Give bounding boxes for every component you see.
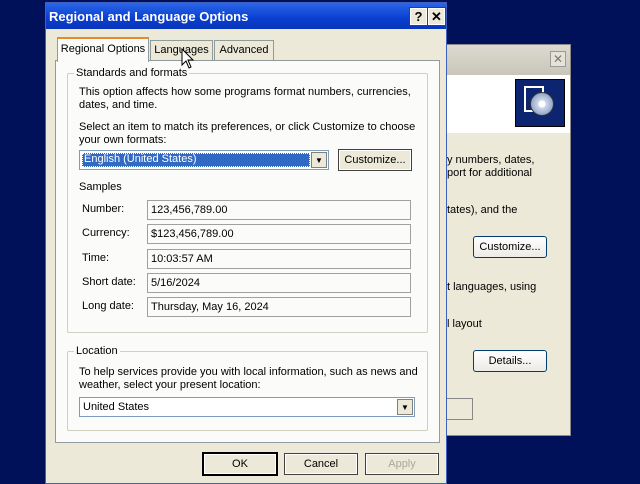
background-customize-button[interactable]: Customize... bbox=[473, 236, 547, 258]
location-dropdown[interactable]: United States ▼ bbox=[79, 397, 415, 417]
background-close-button[interactable]: ✕ bbox=[550, 51, 566, 67]
locale-selected-value: English (United States) bbox=[82, 153, 310, 167]
dropdown-arrow-icon[interactable]: ▼ bbox=[397, 399, 413, 415]
dropdown-arrow-icon[interactable]: ▼ bbox=[311, 152, 327, 168]
sample-number-field: 123,456,789.00 bbox=[147, 200, 411, 220]
standards-desc-2: dates, and time. bbox=[79, 99, 158, 111]
locale-dropdown[interactable]: English (United States) ▼ bbox=[79, 150, 329, 170]
sample-long-date-field: Thursday, May 16, 2024 bbox=[147, 297, 411, 317]
background-button-partial[interactable] bbox=[447, 398, 473, 420]
dialog-title: Regional and Language Options bbox=[49, 9, 249, 24]
apply-button[interactable]: Apply bbox=[365, 453, 439, 475]
standards-desc-1: This option affects how some programs fo… bbox=[79, 86, 411, 98]
title-bar: Regional and Language Options ? ✕ bbox=[46, 3, 446, 29]
location-selected-value: United States bbox=[83, 401, 150, 413]
sample-short-date-field: 5/16/2024 bbox=[147, 273, 411, 293]
background-text-3: tates), and the bbox=[447, 204, 518, 216]
background-text-4: t languages, using bbox=[447, 281, 537, 293]
sample-number-label: Number: bbox=[82, 203, 125, 215]
help-button[interactable]: ? bbox=[409, 7, 428, 26]
sample-currency-label: Currency: bbox=[82, 227, 130, 239]
cd-package-icon bbox=[515, 79, 565, 127]
location-desc-2: weather, select your present location: bbox=[79, 379, 261, 391]
cancel-button[interactable]: Cancel bbox=[284, 453, 358, 475]
tab-advanced[interactable]: Advanced bbox=[214, 40, 274, 61]
samples-label: Samples bbox=[79, 181, 122, 193]
background-text-1: y numbers, dates, bbox=[447, 154, 535, 166]
regional-language-dialog: Regional and Language Options ? ✕ Region… bbox=[45, 2, 447, 484]
background-window: ✕ y numbers, dates, port for additional … bbox=[446, 44, 571, 436]
sample-time-field: 10:03:57 AM bbox=[147, 249, 411, 269]
tab-regional-options[interactable]: Regional Options bbox=[57, 37, 149, 62]
sample-currency-field: $123,456,789.00 bbox=[147, 224, 411, 244]
background-text-2: port for additional bbox=[447, 167, 532, 179]
standards-legend: Standards and formats bbox=[74, 67, 190, 79]
sample-short-date-label: Short date: bbox=[82, 276, 136, 288]
location-desc-1: To help services provide you with local … bbox=[79, 366, 418, 378]
background-details-button[interactable]: Details... bbox=[473, 350, 547, 372]
sample-long-date-label: Long date: bbox=[82, 300, 134, 312]
ok-button[interactable]: OK bbox=[202, 452, 278, 476]
customize-button[interactable]: Customize... bbox=[338, 149, 412, 171]
mouse-cursor-icon bbox=[181, 48, 195, 69]
select-instruction-2: your own formats: bbox=[79, 134, 167, 146]
location-legend: Location bbox=[74, 345, 120, 357]
background-text-5: l layout bbox=[447, 318, 482, 330]
sample-time-label: Time: bbox=[82, 252, 110, 264]
select-instruction-1: Select an item to match its preferences,… bbox=[79, 121, 416, 133]
tab-panel: Standards and formats This option affect… bbox=[55, 60, 440, 443]
close-button[interactable]: ✕ bbox=[427, 7, 446, 26]
